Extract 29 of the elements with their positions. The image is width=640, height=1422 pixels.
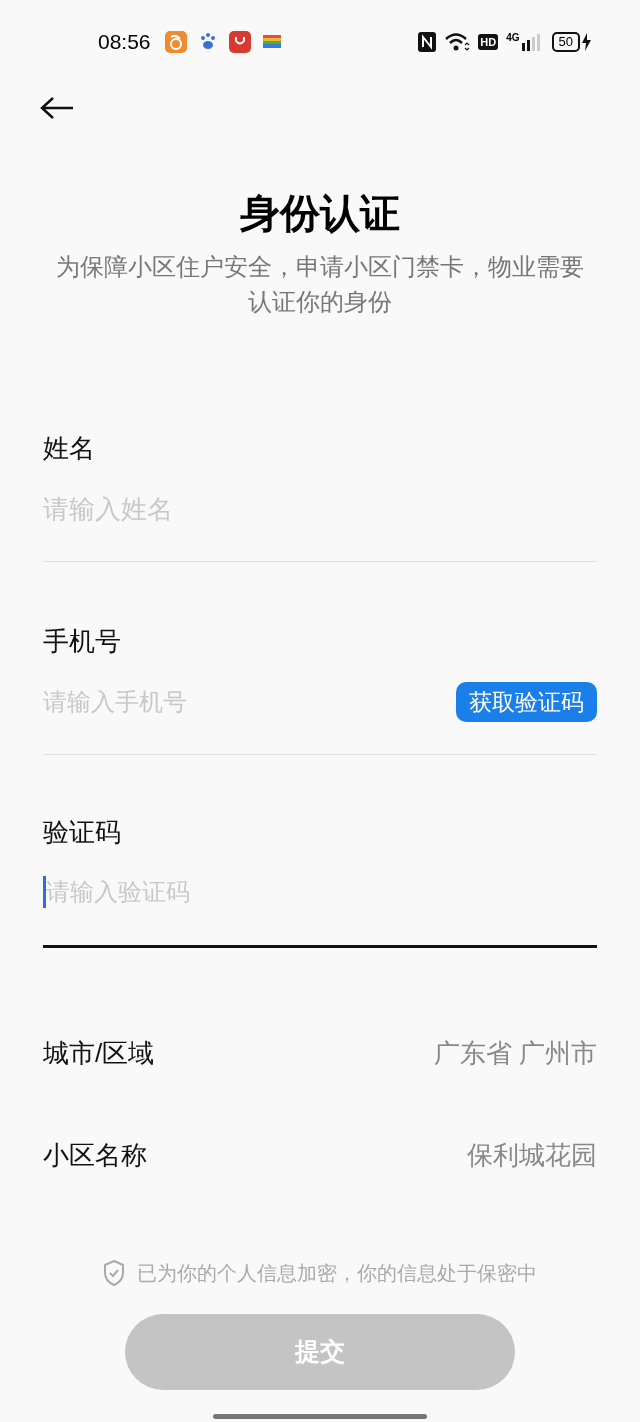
shield-check-icon bbox=[103, 1260, 125, 1286]
page-subtitle: 为保障小区住户安全，申请小区门禁卡，物业需要认证你的身份 bbox=[55, 252, 585, 317]
row-value: 保利城花园 bbox=[467, 1138, 597, 1172]
privacy-notice: 已为你的个人信息加密，你的信息处于保密中 bbox=[137, 1261, 537, 1286]
network-type: 4G bbox=[506, 33, 520, 43]
wifi-icon bbox=[444, 32, 471, 52]
submit-button: 提交 bbox=[125, 1314, 515, 1390]
paw-icon bbox=[198, 32, 217, 52]
get-code-button[interactable]: 获取验证码 bbox=[456, 682, 597, 722]
back-arrow-icon bbox=[40, 96, 74, 120]
select-row[interactable]: 小区名称 保利城花园 bbox=[43, 1104, 597, 1206]
battery-indicator: 50 bbox=[551, 32, 580, 52]
row-label: 城市/区域 bbox=[43, 1036, 155, 1070]
text-cursor bbox=[43, 876, 46, 908]
field-label: 验证码 bbox=[43, 816, 122, 849]
signal-icon bbox=[521, 33, 540, 51]
nfc-icon bbox=[418, 32, 437, 52]
row-label: 小区名称 bbox=[43, 1138, 147, 1172]
wallet-icon bbox=[262, 35, 281, 49]
shopping-app-icon bbox=[228, 31, 251, 53]
page-title: 身份认证 bbox=[239, 190, 401, 237]
status-time: 08:56 bbox=[98, 29, 151, 56]
select-row[interactable]: 城市/区域 广东省 广州市 bbox=[43, 1002, 597, 1104]
hd-badge: HD bbox=[478, 34, 499, 50]
charging-icon bbox=[580, 32, 592, 52]
row-value: 广东省 广州市 bbox=[433, 1036, 597, 1070]
field-label: 姓名 bbox=[43, 432, 96, 465]
back-button[interactable] bbox=[40, 96, 74, 120]
field-label: 手机号 bbox=[43, 625, 122, 658]
